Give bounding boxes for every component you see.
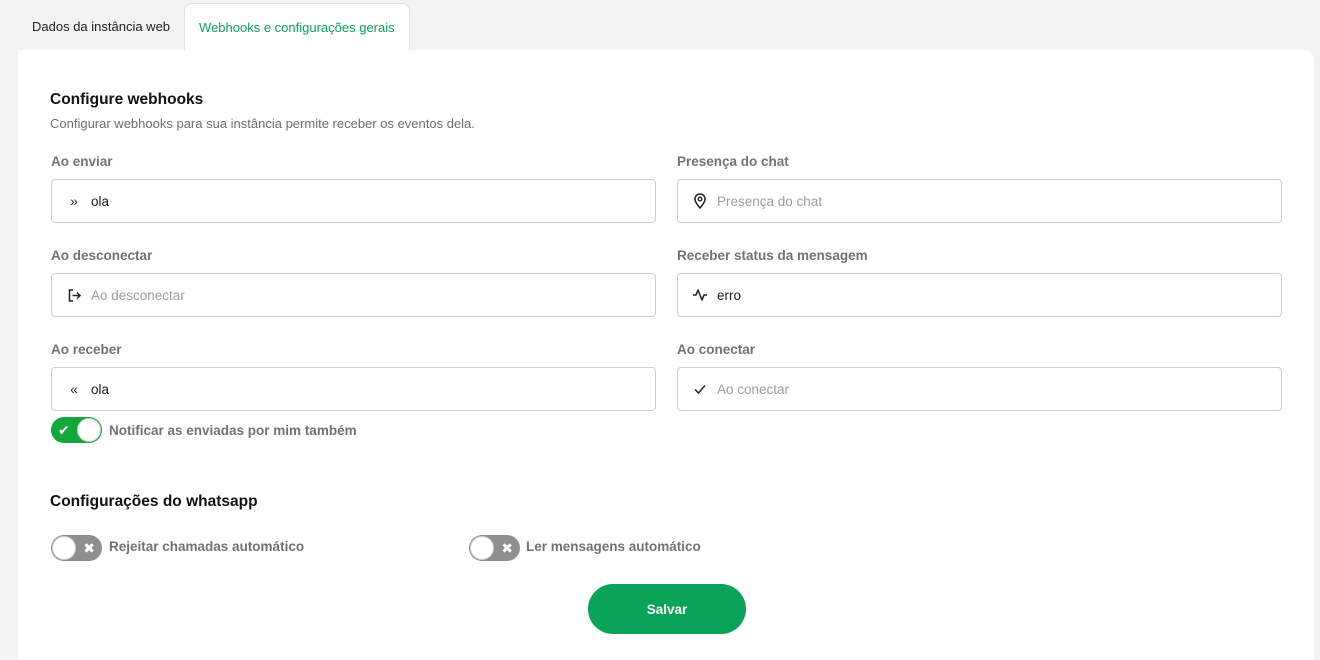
reject-calls-label: Rejeitar chamadas automático [109,539,305,554]
on-disconnect-input[interactable] [91,287,611,303]
double-chevron-left-icon: « [70,381,78,397]
on-disconnect-field[interactable] [51,273,656,317]
on-disconnect-label: Ao desconectar [51,248,153,263]
double-chevron-right-icon: » [70,193,78,209]
on-send-input[interactable] [91,193,611,209]
save-button[interactable]: Salvar [588,584,746,634]
on-send-field[interactable]: » [51,179,656,223]
message-status-field[interactable] [677,273,1282,317]
message-status-input[interactable] [717,287,1237,303]
reject-calls-toggle[interactable]: ✖ [51,535,102,561]
webhooks-section-subtitle: Configurar webhooks para sua instância p… [50,116,475,131]
close-icon: ✖ [501,539,513,556]
logout-icon [66,287,82,303]
auto-read-label: Ler mensagens automático [526,539,701,554]
on-connect-label: Ao conectar [677,342,756,357]
map-pin-icon [692,193,708,209]
whatsapp-section-title: Configurações do whatsapp [50,493,258,510]
on-receive-field[interactable]: « [51,367,656,411]
settings-card: Configure webhooks Configurar webhooks p… [18,50,1314,660]
check-icon: ✔ [58,421,70,438]
message-status-label: Receber status da mensagem [677,248,868,263]
webhooks-section-title: Configure webhooks [50,91,204,108]
check-icon [692,381,708,397]
toggle-knob [470,536,494,560]
auto-read-toggle[interactable]: ✖ [469,535,520,561]
on-receive-label: Ao receber [51,342,122,357]
on-send-label: Ao enviar [51,154,113,169]
tab-web-instance-data[interactable]: Dados da instância web [18,3,184,50]
on-connect-input[interactable] [717,381,1237,397]
notify-sent-by-me-label: Notificar as enviadas por mim também [109,423,357,438]
chat-presence-input[interactable] [717,193,1237,209]
chat-presence-label: Presença do chat [677,154,789,169]
activity-icon [692,287,708,303]
tab-webhooks-settings[interactable]: Webhooks e configurações gerais [184,3,410,50]
toggle-knob [52,536,76,560]
toggle-knob [77,418,101,442]
on-receive-input[interactable] [91,381,611,397]
notify-sent-by-me-toggle[interactable]: ✔ [51,417,102,443]
chat-presence-field[interactable] [677,179,1282,223]
on-connect-field[interactable] [677,367,1282,411]
tab-bar: Dados da instância web Webhooks e config… [18,3,410,50]
close-icon: ✖ [83,539,95,556]
